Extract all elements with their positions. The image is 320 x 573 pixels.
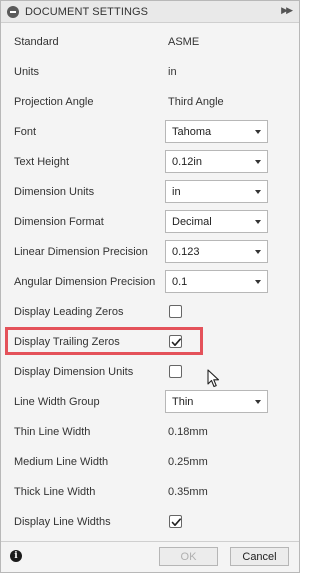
- setting-row-display-leading-zeros: Display Leading Zeros: [1, 297, 299, 327]
- text-height-dropdown[interactable]: 0.12in: [165, 150, 268, 173]
- setting-value: 0.25mm: [168, 456, 208, 468]
- setting-label: Thick Line Width: [14, 486, 96, 498]
- setting-row-units: Units in: [1, 57, 299, 87]
- setting-row-linear-dimension-precision: Linear Dimension Precision 0.123: [1, 237, 299, 267]
- setting-row-display-dimension-units: Display Dimension Units: [1, 357, 299, 387]
- display-dimension-units-checkbox[interactable]: [169, 365, 182, 378]
- setting-label: Dimension Units: [14, 186, 95, 198]
- setting-row-angular-dimension-precision: Angular Dimension Precision 0.1: [1, 267, 299, 297]
- panel-title-bar: DOCUMENT SETTINGS ▶▶: [1, 1, 299, 23]
- setting-label: Angular Dimension Precision: [14, 276, 156, 288]
- dimension-units-dropdown[interactable]: in: [165, 180, 268, 203]
- setting-row-line-width-group: Line Width Group Thin: [1, 387, 299, 417]
- setting-value: Third Angle: [168, 96, 224, 108]
- setting-value: in: [168, 66, 177, 78]
- setting-label: Display Dimension Units: [14, 366, 134, 378]
- display-line-widths-checkbox[interactable]: [169, 515, 182, 528]
- info-icon[interactable]: i: [10, 550, 22, 562]
- dropdown-selected-value: Decimal: [172, 216, 212, 228]
- setting-label: Standard: [14, 36, 59, 48]
- collapse-icon[interactable]: [7, 6, 19, 18]
- chevron-down-icon: [255, 130, 261, 134]
- setting-label: Display Line Widths: [14, 516, 111, 528]
- panel-title: DOCUMENT SETTINGS: [25, 6, 149, 18]
- setting-label: Dimension Format: [14, 216, 104, 228]
- setting-row-medium-line-width: Medium Line Width 0.25mm: [1, 447, 299, 477]
- cancel-button[interactable]: Cancel: [230, 547, 289, 566]
- setting-row-dimension-format: Dimension Format Decimal: [1, 207, 299, 237]
- setting-row-standard: Standard ASME: [1, 27, 299, 57]
- setting-row-thick-line-width: Thick Line Width 0.35mm: [1, 477, 299, 507]
- chevron-down-icon: [255, 400, 261, 404]
- angular-dimension-precision-dropdown[interactable]: 0.1: [165, 270, 268, 293]
- expand-panel-icon[interactable]: ▶▶: [281, 5, 293, 16]
- setting-label: Font: [14, 126, 37, 138]
- highlight-box: [5, 327, 203, 355]
- setting-row-font: Font Tahoma: [1, 117, 299, 147]
- dropdown-selected-value: 0.123: [172, 246, 200, 258]
- line-width-group-dropdown[interactable]: Thin: [165, 390, 268, 413]
- chevron-down-icon: [255, 220, 261, 224]
- document-settings-panel: DOCUMENT SETTINGS ▶▶ Standard ASME Units in…: [0, 0, 300, 573]
- dropdown-selected-value: 0.1: [172, 276, 188, 288]
- setting-row-display-line-widths: Display Line Widths: [1, 507, 299, 537]
- setting-label: Units: [14, 66, 40, 78]
- setting-label: Projection Angle: [14, 96, 94, 108]
- font-dropdown[interactable]: Tahoma: [165, 120, 268, 143]
- dropdown-selected-value: 0.12in: [172, 156, 202, 168]
- dimension-format-dropdown[interactable]: Decimal: [165, 210, 268, 233]
- setting-value: ASME: [168, 36, 200, 48]
- ok-button[interactable]: OK: [159, 547, 218, 566]
- setting-label: Thin Line Width: [14, 426, 91, 438]
- dropdown-selected-value: in: [172, 186, 181, 198]
- panel-footer: i OK Cancel: [1, 541, 299, 572]
- setting-label: Medium Line Width: [14, 456, 109, 468]
- linear-dimension-precision-dropdown[interactable]: 0.123: [165, 240, 268, 263]
- setting-label: Text Height: [14, 156, 70, 168]
- setting-row-projection-angle: Projection Angle Third Angle: [1, 87, 299, 117]
- dropdown-selected-value: Thin: [172, 396, 194, 408]
- setting-value: 0.18mm: [168, 426, 208, 438]
- setting-label: Line Width Group: [14, 396, 100, 408]
- chevron-down-icon: [255, 190, 261, 194]
- setting-label: Display Leading Zeros: [14, 306, 124, 318]
- dropdown-selected-value: Tahoma: [172, 126, 212, 138]
- setting-row-text-height: Text Height 0.12in: [1, 147, 299, 177]
- setting-label: Linear Dimension Precision: [14, 246, 148, 258]
- chevron-down-icon: [255, 250, 261, 254]
- setting-row-dimension-units: Dimension Units in: [1, 177, 299, 207]
- chevron-down-icon: [255, 160, 261, 164]
- checkmark-icon: [171, 518, 181, 526]
- mouse-cursor-icon: [207, 369, 220, 388]
- display-leading-zeros-checkbox[interactable]: [169, 305, 182, 318]
- chevron-down-icon: [255, 280, 261, 284]
- setting-row-thin-line-width: Thin Line Width 0.18mm: [1, 417, 299, 447]
- setting-value: 0.35mm: [168, 486, 208, 498]
